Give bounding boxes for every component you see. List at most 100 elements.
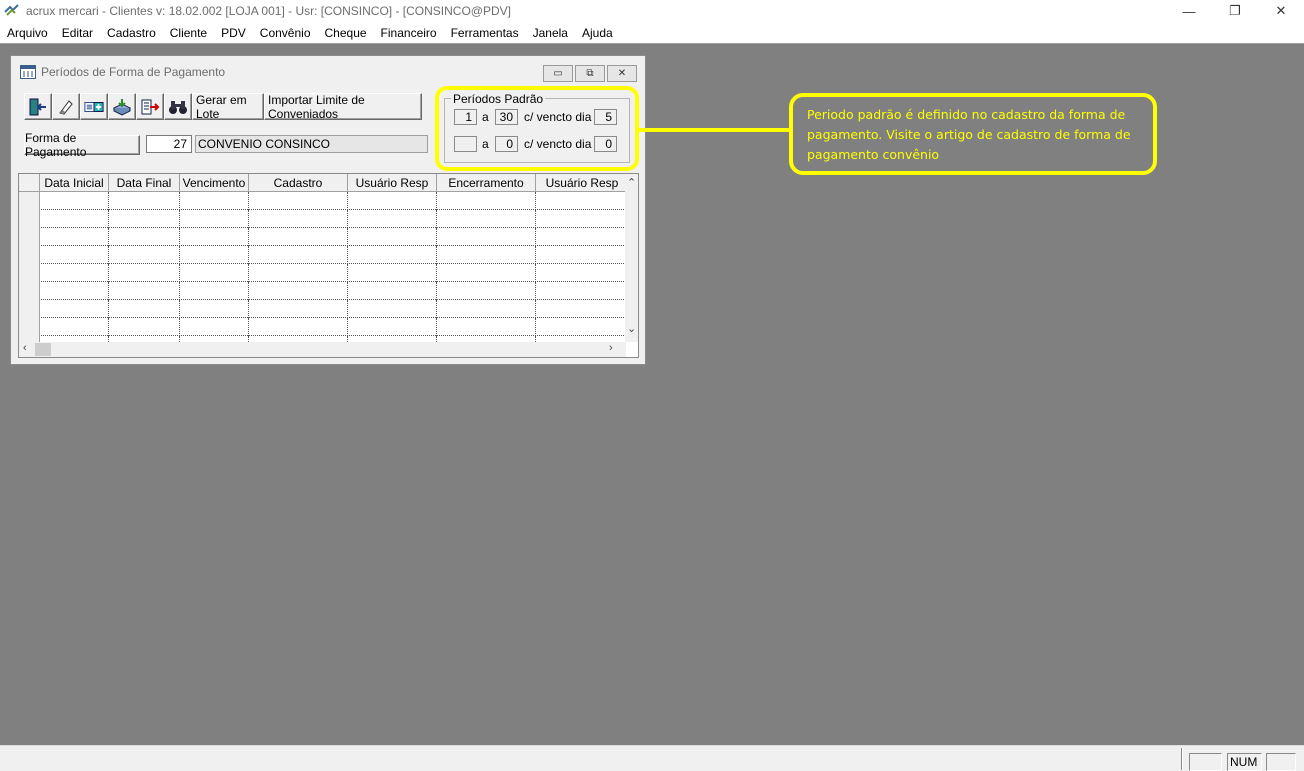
menu-ajuda[interactable]: Ajuda bbox=[575, 26, 620, 40]
grid-body[interactable] bbox=[19, 192, 626, 342]
table-cell[interactable] bbox=[437, 210, 536, 228]
table-cell[interactable] bbox=[109, 282, 180, 300]
child-titlebar[interactable]: Períodos de Forma de Pagamento ▭ ⧉ ✕ bbox=[11, 56, 645, 89]
forma-pagamento-button[interactable]: Forma de Pagamento bbox=[24, 131, 140, 159]
table-cell[interactable] bbox=[40, 192, 109, 210]
table-cell[interactable] bbox=[180, 246, 249, 264]
clear-button[interactable] bbox=[52, 93, 80, 120]
col-data-final[interactable]: Data Final bbox=[109, 174, 180, 192]
table-cell[interactable] bbox=[40, 318, 109, 336]
table-cell[interactable] bbox=[109, 210, 180, 228]
table-cell[interactable] bbox=[249, 246, 348, 264]
table-cell[interactable] bbox=[348, 282, 437, 300]
table-cell[interactable] bbox=[437, 282, 536, 300]
table-cell[interactable] bbox=[249, 282, 348, 300]
table-cell[interactable] bbox=[536, 228, 626, 246]
table-cell[interactable] bbox=[249, 300, 348, 318]
menu-financeiro[interactable]: Financeiro bbox=[374, 26, 444, 40]
table-cell[interactable] bbox=[536, 210, 626, 228]
menu-cliente[interactable]: Cliente bbox=[163, 26, 214, 40]
scroll-right-icon[interactable]: › bbox=[609, 342, 613, 354]
row-indicator[interactable] bbox=[19, 246, 40, 264]
close-button[interactable]: ✕ bbox=[1258, 0, 1304, 22]
table-cell[interactable] bbox=[180, 282, 249, 300]
table-cell[interactable] bbox=[40, 228, 109, 246]
table-cell[interactable] bbox=[437, 318, 536, 336]
table-cell[interactable] bbox=[348, 300, 437, 318]
col-usuario-resp[interactable]: Usuário Resp bbox=[348, 174, 437, 192]
row-indicator[interactable] bbox=[19, 228, 40, 246]
table-cell[interactable] bbox=[437, 246, 536, 264]
table-cell[interactable] bbox=[40, 246, 109, 264]
export-button[interactable] bbox=[136, 93, 164, 120]
menu-cheque[interactable]: Cheque bbox=[318, 26, 374, 40]
table-cell[interactable] bbox=[109, 228, 180, 246]
table-cell[interactable] bbox=[180, 318, 249, 336]
table-row[interactable] bbox=[19, 300, 626, 318]
scroll-down-icon[interactable]: ⌄ bbox=[627, 322, 636, 335]
table-cell[interactable] bbox=[348, 210, 437, 228]
menu-cadastro[interactable]: Cadastro bbox=[100, 26, 163, 40]
table-cell[interactable] bbox=[348, 228, 437, 246]
table-row[interactable] bbox=[19, 210, 626, 228]
table-cell[interactable] bbox=[40, 264, 109, 282]
table-cell[interactable] bbox=[249, 228, 348, 246]
menu-pdv[interactable]: PDV bbox=[214, 26, 253, 40]
row-indicator[interactable] bbox=[19, 210, 40, 228]
table-cell[interactable] bbox=[536, 300, 626, 318]
table-cell[interactable] bbox=[437, 264, 536, 282]
row-indicator[interactable] bbox=[19, 282, 40, 300]
table-cell[interactable] bbox=[109, 264, 180, 282]
table-row[interactable] bbox=[19, 246, 626, 264]
col-cadastro[interactable]: Cadastro bbox=[249, 174, 348, 192]
table-row[interactable] bbox=[19, 228, 626, 246]
minimize-button[interactable]: — bbox=[1166, 0, 1212, 22]
exit-button[interactable] bbox=[24, 93, 52, 120]
col-encerramento[interactable]: Encerramento bbox=[437, 174, 536, 192]
table-cell[interactable] bbox=[536, 282, 626, 300]
menu-arquivo[interactable]: Arquivo bbox=[0, 26, 55, 40]
table-cell[interactable] bbox=[536, 318, 626, 336]
table-cell[interactable] bbox=[536, 192, 626, 210]
table-cell[interactable] bbox=[180, 264, 249, 282]
menu-editar[interactable]: Editar bbox=[55, 26, 100, 40]
menu-ferramentas[interactable]: Ferramentas bbox=[444, 26, 526, 40]
row-indicator[interactable] bbox=[19, 300, 40, 318]
scroll-up-icon[interactable]: ⌃ bbox=[627, 176, 636, 189]
table-cell[interactable] bbox=[348, 246, 437, 264]
col-usuario-resp-2[interactable]: Usuário Resp bbox=[536, 174, 628, 192]
add-record-button[interactable] bbox=[80, 93, 108, 120]
gerar-em-lote-button[interactable]: Gerar em Lote bbox=[192, 93, 264, 121]
table-cell[interactable] bbox=[109, 300, 180, 318]
table-cell[interactable] bbox=[180, 210, 249, 228]
row-indicator[interactable] bbox=[19, 318, 40, 336]
forma-pagamento-code-input[interactable]: 27 bbox=[146, 135, 192, 153]
table-cell[interactable] bbox=[180, 192, 249, 210]
menu-janela[interactable]: Janela bbox=[526, 26, 575, 40]
horizontal-scrollbar[interactable]: ‹ › bbox=[19, 342, 626, 357]
table-cell[interactable] bbox=[348, 192, 437, 210]
table-cell[interactable] bbox=[109, 318, 180, 336]
table-cell[interactable] bbox=[180, 300, 249, 318]
child-restore-button[interactable]: ⧉ bbox=[575, 65, 605, 82]
scroll-left-icon[interactable]: ‹ bbox=[23, 342, 27, 354]
table-row[interactable] bbox=[19, 282, 626, 300]
menu-convenio[interactable]: Convênio bbox=[253, 26, 318, 40]
periodos-grid[interactable]: Data Inicial Data Final Vencimento Cadas… bbox=[18, 173, 639, 358]
table-cell[interactable] bbox=[40, 282, 109, 300]
table-cell[interactable] bbox=[437, 228, 536, 246]
table-cell[interactable] bbox=[348, 318, 437, 336]
table-cell[interactable] bbox=[536, 246, 626, 264]
col-vencimento[interactable]: Vencimento bbox=[180, 174, 249, 192]
table-row[interactable] bbox=[19, 318, 626, 336]
restore-button[interactable]: ❐ bbox=[1212, 0, 1258, 22]
importar-limite-button[interactable]: Importar Limite de Conveniados bbox=[264, 93, 422, 121]
table-row[interactable] bbox=[19, 192, 626, 210]
row-indicator[interactable] bbox=[19, 264, 40, 282]
table-cell[interactable] bbox=[180, 228, 249, 246]
search-button[interactable] bbox=[164, 93, 192, 120]
table-cell[interactable] bbox=[249, 318, 348, 336]
child-minimize-button[interactable]: ▭ bbox=[543, 65, 573, 82]
table-cell[interactable] bbox=[109, 246, 180, 264]
table-cell[interactable] bbox=[249, 192, 348, 210]
